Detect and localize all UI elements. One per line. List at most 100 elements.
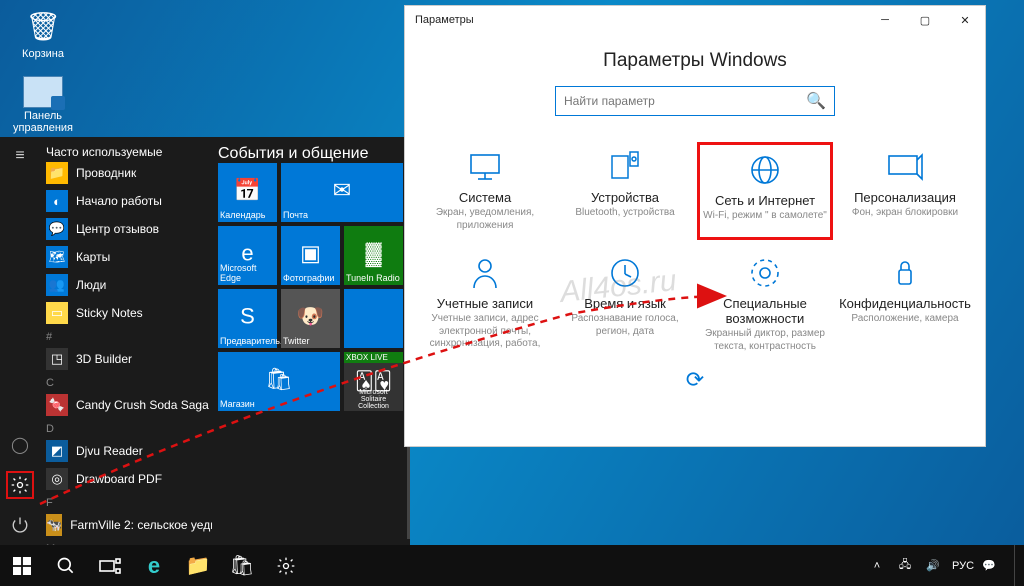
app-item[interactable]: ◳3D Builder [46,345,210,373]
frequent-header: Часто используемые [46,145,210,159]
maximize-button[interactable]: ▢ [905,6,945,34]
tile-store[interactable]: 🛍 Магазин [218,352,340,411]
show-desktop[interactable] [1014,545,1020,586]
settings-category-5[interactable]: Время и язык Распознавание голоса, регио… [557,248,693,361]
tile-icon: ▣ [300,240,321,266]
category-name: Персонализация [839,190,971,205]
app-item[interactable]: ◐Начало работы [46,187,210,215]
app-item[interactable]: ◩Djvu Reader [46,437,210,465]
app-item[interactable]: 🗺 Карты [46,243,210,271]
desktop-icon-trash[interactable]: 🗑 Корзина [8,6,78,60]
taskbar-explorer[interactable]: 📁 [176,545,220,586]
search-icon[interactable] [44,545,88,586]
tile-icon: ✉ [333,177,351,203]
tray-chevron-icon[interactable]: ˄ [868,560,886,572]
category-desc: Фон, экран блокировки [839,207,971,220]
category-icon [419,148,551,186]
app-icon: 🗺 [46,246,68,268]
taskbar-settings[interactable] [264,545,308,586]
app-label: Проводник [76,166,136,180]
search-input[interactable] [564,94,806,108]
app-icon: 📁 [46,162,68,184]
tray-notifications-icon[interactable]: 💬 [980,559,998,572]
app-label: FarmVille 2: сельское уединение [70,518,212,532]
category-icon [839,254,971,292]
tile[interactable]: 📅Календарь [218,163,277,222]
app-item[interactable]: ◎Drawboard PDF [46,465,210,493]
taskbar-edge[interactable]: e [132,545,176,586]
app-icon: 👥 [46,274,68,296]
tile[interactable]: ▣Фотографии [281,226,340,285]
tile[interactable]: eMicrosoft Edge [218,226,277,285]
tile-label: Microsoft Solitaire Collection [346,389,401,410]
app-icon: 🍬 [46,394,68,416]
settings-category-4[interactable]: Учетные записи Учетные записи, адрес эле… [417,248,553,361]
window-title: Параметры [415,14,474,26]
app-item[interactable]: 🍬 Candy Crush Soda Saga [46,391,210,419]
user-icon[interactable]: ◯ [6,431,34,459]
app-icon: ◳ [46,348,68,370]
settings-icon[interactable] [6,471,34,499]
app-item[interactable]: 👥 Люди [46,271,210,299]
app-label: Карты [76,250,110,264]
settings-category-3[interactable]: Персонализация Фон, экран блокировки [837,142,973,240]
category-desc: Экранный диктор, размер текста, контраст… [699,328,831,353]
settings-category-0[interactable]: Система Экран, уведомления, приложения [417,142,553,240]
tile-label: Microsoft Edge [220,263,275,283]
tile-icon: 🐶 [297,303,324,329]
app-icon: 🐄 [46,514,62,536]
task-view-icon[interactable] [88,545,132,586]
tile-solitaire[interactable]: XBOX LIVE 🂡🂱 Microsoft Solitaire Collect… [344,352,403,411]
app-label: Центр отзывов [76,222,159,236]
app-item[interactable]: 💬Центр отзывов [46,215,210,243]
update-icon[interactable]: ⟳ [405,367,985,393]
settings-heading: Параметры Windows [405,50,985,72]
app-icon: ◎ [46,468,68,490]
tile[interactable]: SПредваритель... [218,289,277,348]
category-name: Учетные записи [419,296,551,311]
group-c[interactable]: C [46,373,210,391]
group-hash[interactable]: # [46,327,210,345]
hamburger-icon[interactable]: ≡ [15,147,24,165]
tray-network-icon[interactable]: 🖧 [896,556,914,575]
search-icon: 🔍 [806,91,826,111]
xbox-tag: XBOX LIVE [344,352,403,363]
taskbar-store[interactable]: 🛍 [220,545,264,586]
app-label: Sticky Notes [76,306,143,320]
settings-category-1[interactable]: Устройства Bluetooth, устройства [557,142,693,240]
category-desc: Расположение, камера [839,313,971,326]
minimize-button[interactable]: ─ [865,6,905,34]
app-item[interactable]: 🐄 FarmVille 2: сельское уединение [46,511,210,539]
group-f[interactable]: F [46,493,210,511]
app-item[interactable]: ▭Sticky Notes [46,299,210,327]
tile-icon: S [240,303,255,329]
close-button[interactable]: ✕ [945,6,985,34]
group-d[interactable]: D [46,419,210,437]
app-label: Candy Crush Soda Saga [76,398,209,412]
start-button[interactable] [0,545,44,586]
settings-search[interactable]: 🔍 [555,86,835,116]
tiles-header: События и общение [218,145,404,163]
category-icon [559,254,691,292]
tile[interactable]: 🐶 Twitter [281,289,340,348]
tile[interactable]: ▓TuneIn Radio [344,226,403,285]
category-name: Специальные возможности [699,296,831,326]
tile-label: Почта [283,210,401,220]
power-icon[interactable] [6,511,34,539]
settings-category-6[interactable]: Специальные возможности Экранный диктор,… [697,248,833,361]
start-app-list: Часто используемые 📁 Проводник ◐Начало раб… [40,137,212,545]
category-name: Конфиденциальность [839,296,971,311]
tray-lang[interactable]: РУС [952,560,970,572]
category-desc: Распознавание голоса, регион, дата [559,313,691,338]
tray-volume-icon[interactable]: 🔊 [924,559,942,572]
app-label: Люди [76,278,106,292]
app-item[interactable]: 📁 Проводник [46,159,210,187]
tile[interactable] [344,289,403,348]
desktop-icon-control-panel[interactable]: Панель управления [8,76,78,134]
titlebar[interactable]: Параметры ─ ▢ ✕ [405,6,985,34]
settings-category-7[interactable]: Конфиденциальность Расположение, камера [837,248,973,361]
app-icon: ◩ [46,440,68,462]
settings-category-2[interactable]: Сеть и Интернет Wi-Fi, режим " в самолет… [697,142,833,240]
tile[interactable]: ✉ Почта [281,163,403,222]
tile-label: Twitter [283,336,338,346]
